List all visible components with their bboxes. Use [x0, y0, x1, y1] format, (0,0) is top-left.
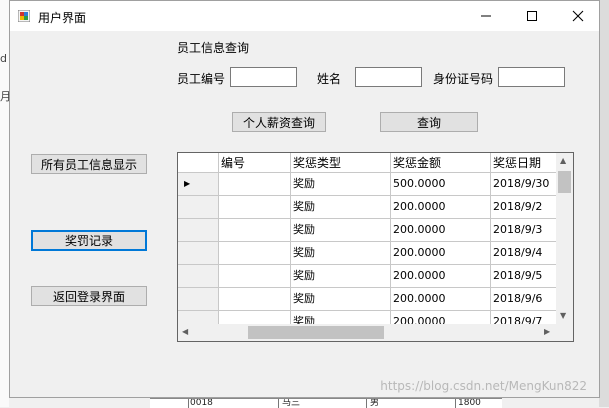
- column-header-date[interactable]: 奖惩日期: [491, 153, 556, 173]
- row-header[interactable]: [178, 288, 219, 311]
- row-amount-cell[interactable]: 200.0000: [391, 265, 491, 288]
- minimize-icon: [481, 15, 491, 17]
- employee-id-input[interactable]: [230, 67, 297, 87]
- app-icon: [18, 10, 30, 22]
- row-id-cell[interactable]: [219, 311, 291, 324]
- column-header-type[interactable]: 奖惩类型: [291, 153, 391, 173]
- id-card-label: 身份证号码: [433, 72, 494, 86]
- background-window-edge: d 月: [0, 0, 11, 407]
- row-date-cell[interactable]: 2018/9/4: [491, 242, 556, 265]
- row-type-cell[interactable]: 奖励: [291, 288, 391, 311]
- id-card-input[interactable]: [498, 67, 565, 87]
- vertical-scrollbar[interactable]: ▲ ▼: [556, 153, 573, 324]
- horizontal-scrollbar[interactable]: ◀ ▶: [178, 324, 556, 341]
- row-header[interactable]: [178, 311, 219, 324]
- row-type-cell[interactable]: 奖励: [291, 173, 391, 196]
- row-amount-cell[interactable]: 200.0000: [391, 242, 491, 265]
- row-date-cell[interactable]: 2018/9/7: [491, 311, 556, 324]
- row-type-cell[interactable]: 奖励: [291, 265, 391, 288]
- row-date-cell[interactable]: 2018/9/5: [491, 265, 556, 288]
- form-heading: 员工信息查询: [177, 41, 250, 55]
- employee-id-label: 员工编号: [177, 72, 226, 86]
- column-header-id[interactable]: 编号: [219, 153, 291, 173]
- table-row[interactable]: 奖励 200.0000 2018/9/5: [178, 265, 556, 288]
- row-header[interactable]: [178, 265, 219, 288]
- row-amount-cell[interactable]: 200.0000: [391, 311, 491, 324]
- row-date-cell[interactable]: 2018/9/3: [491, 219, 556, 242]
- row-id-cell[interactable]: [219, 173, 291, 196]
- row-date-cell[interactable]: 2018/9/30: [491, 173, 556, 196]
- row-id-cell[interactable]: [219, 288, 291, 311]
- background-glyph: d: [0, 52, 7, 65]
- maximize-icon: [527, 11, 537, 21]
- search-button[interactable]: 查询: [380, 112, 478, 132]
- row-amount-cell[interactable]: 500.0000: [391, 173, 491, 196]
- maximize-button[interactable]: [509, 1, 555, 31]
- table-corner-header: [178, 153, 219, 173]
- row-date-cell[interactable]: 2018/9/6: [491, 288, 556, 311]
- row-header[interactable]: [178, 196, 219, 219]
- name-input[interactable]: [355, 67, 422, 87]
- horizontal-scroll-thumb[interactable]: [248, 326, 384, 339]
- column-header-amount[interactable]: 奖惩金额: [391, 153, 491, 173]
- row-id-cell[interactable]: [219, 265, 291, 288]
- table-row[interactable]: 奖励 200.0000 2018/9/4: [178, 242, 556, 265]
- all-employees-button[interactable]: 所有员工信息显示: [31, 154, 147, 174]
- row-id-cell[interactable]: [219, 242, 291, 265]
- main-window: 用户界面 员工信息查询 员工编号 姓名 身份证号码 个人薪资查询 查询 所有员工…: [9, 0, 600, 398]
- rewards-table[interactable]: 编号 奖惩类型 奖惩金额 奖惩日期 ▶ 奖励 500.0000 2018/9/30 奖励…: [177, 152, 574, 342]
- row-type-cell[interactable]: 奖励: [291, 242, 391, 265]
- row-id-cell[interactable]: [219, 219, 291, 242]
- scroll-right-icon[interactable]: ▶: [544, 327, 550, 336]
- table-viewport: 编号 奖惩类型 奖惩金额 奖惩日期 ▶ 奖励 500.0000 2018/9/30 奖励…: [178, 153, 556, 324]
- scroll-left-icon[interactable]: ◀: [182, 327, 188, 336]
- row-amount-cell[interactable]: 200.0000: [391, 196, 491, 219]
- current-row-icon: ▶: [184, 179, 191, 188]
- close-button[interactable]: [555, 1, 601, 31]
- personal-salary-button[interactable]: 个人薪资查询: [232, 112, 326, 132]
- watermark: https://blog.csdn.net/MengKun822: [380, 379, 587, 393]
- scrollbar-corner: [556, 324, 573, 341]
- background-window-edge-right: [599, 0, 609, 407]
- scroll-down-icon[interactable]: ▼: [560, 311, 566, 320]
- row-id-cell[interactable]: [219, 196, 291, 219]
- row-header[interactable]: [178, 242, 219, 265]
- close-icon: [572, 10, 584, 22]
- scroll-up-icon[interactable]: ▲: [560, 156, 566, 165]
- table-row[interactable]: 奖励 200.0000 2018/9/3: [178, 219, 556, 242]
- table-row[interactable]: 奖励 200.0000 2018/9/7: [178, 311, 556, 324]
- row-type-cell[interactable]: 奖励: [291, 196, 391, 219]
- back-to-login-button[interactable]: 返回登录界面: [31, 286, 147, 306]
- row-date-cell[interactable]: 2018/9/2: [491, 196, 556, 219]
- row-type-cell[interactable]: 奖励: [291, 219, 391, 242]
- row-amount-cell[interactable]: 200.0000: [391, 288, 491, 311]
- row-header[interactable]: [178, 219, 219, 242]
- rewards-records-button[interactable]: 奖罚记录: [31, 230, 147, 251]
- minimize-button[interactable]: [463, 1, 509, 31]
- name-label: 姓名: [317, 72, 342, 86]
- table-row[interactable]: 奖励 200.0000 2018/9/2: [178, 196, 556, 219]
- row-amount-cell[interactable]: 200.0000: [391, 219, 491, 242]
- window-title: 用户界面: [38, 11, 87, 25]
- title-bar[interactable]: 用户界面: [10, 1, 599, 31]
- row-header[interactable]: ▶: [178, 173, 219, 196]
- row-type-cell[interactable]: 奖励: [291, 311, 391, 324]
- vertical-scroll-thumb[interactable]: [558, 171, 571, 193]
- table-row[interactable]: ▶ 奖励 500.0000 2018/9/30: [178, 173, 556, 196]
- table-row[interactable]: 奖励 200.0000 2018/9/6: [178, 288, 556, 311]
